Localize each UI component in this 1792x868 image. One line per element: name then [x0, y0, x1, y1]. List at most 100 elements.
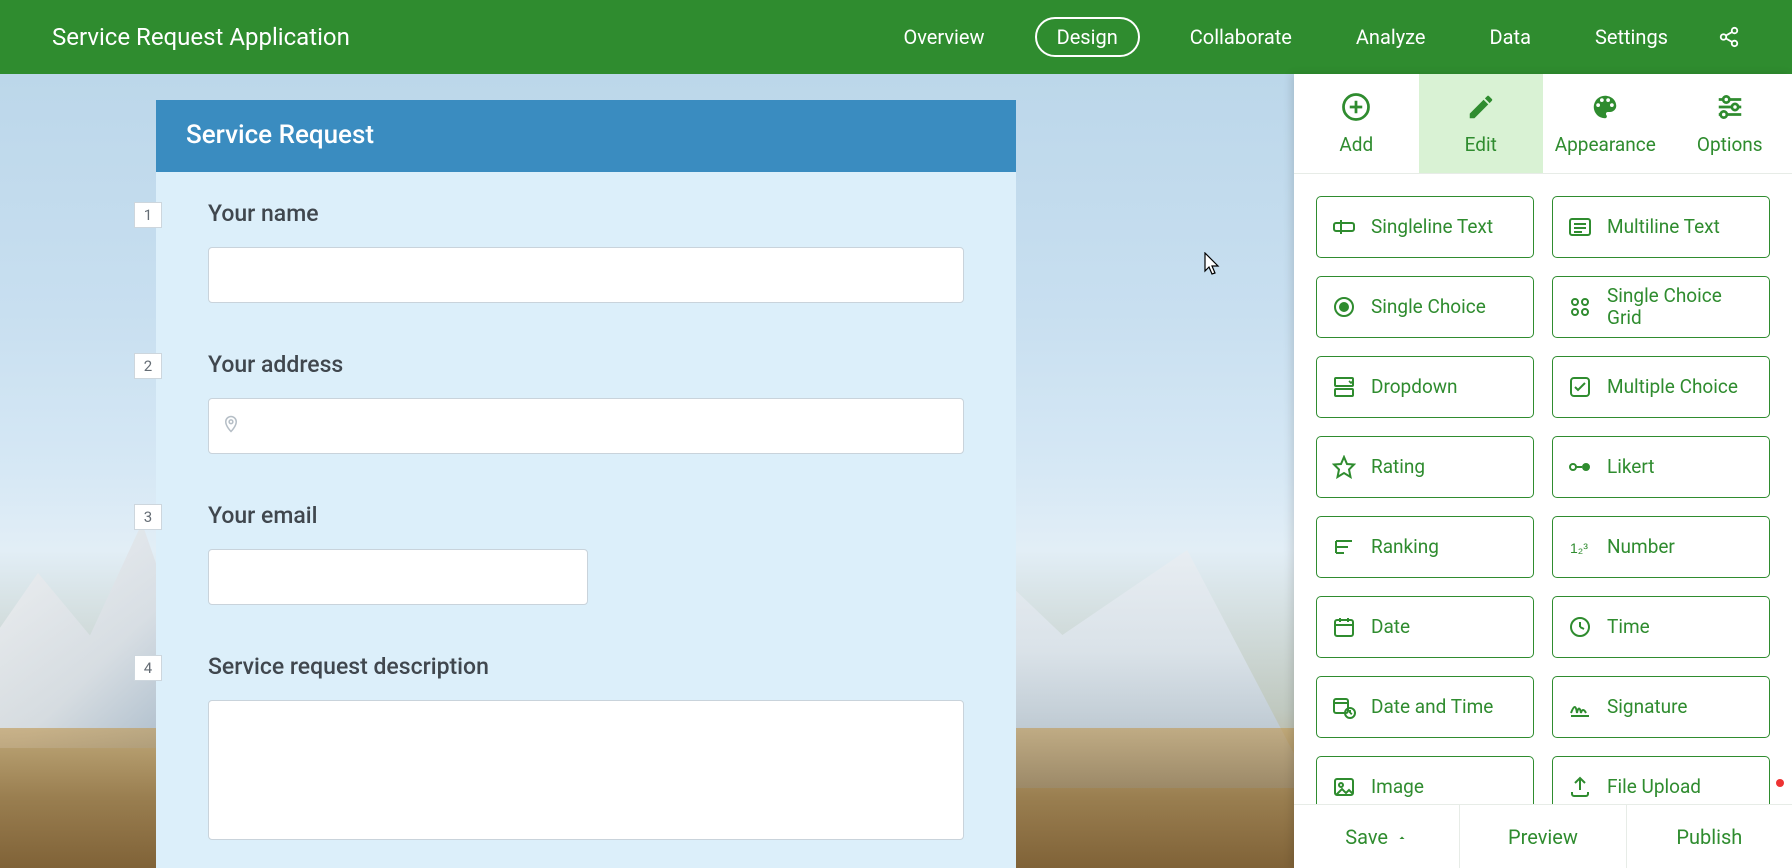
- field-type-button[interactable]: Single Choice Grid: [1552, 276, 1770, 338]
- panel-tabs: Add Edit Appearance Options: [1294, 74, 1792, 174]
- tab-label: Appearance: [1555, 133, 1656, 156]
- nav-data[interactable]: Data: [1476, 19, 1545, 55]
- add-circle-icon: [1341, 92, 1371, 127]
- description-textarea[interactable]: [208, 700, 964, 840]
- nav-settings[interactable]: Settings: [1581, 19, 1682, 55]
- star-icon: [1331, 454, 1357, 480]
- top-nav: Overview Design Collaborate Analyze Data…: [889, 17, 1740, 57]
- field-type-label: Likert: [1607, 456, 1655, 478]
- upload-icon: [1567, 774, 1593, 800]
- radio-grid-icon: [1567, 294, 1593, 320]
- field-type-label: Single Choice Grid: [1607, 285, 1755, 329]
- field-type-label: Multiple Choice: [1607, 376, 1738, 398]
- field-type-button[interactable]: Dropdown: [1316, 356, 1534, 418]
- tab-add[interactable]: Add: [1294, 74, 1419, 173]
- tab-edit[interactable]: Edit: [1419, 74, 1544, 173]
- question-label: Your name: [208, 200, 964, 227]
- name-input[interactable]: [208, 247, 964, 303]
- field-type-button[interactable]: Likert: [1552, 436, 1770, 498]
- field-type-label: Single Choice: [1371, 296, 1486, 318]
- field-type-button[interactable]: Single Choice: [1316, 276, 1534, 338]
- field-type-label: Image: [1371, 776, 1424, 798]
- nav-collaborate[interactable]: Collaborate: [1176, 19, 1306, 55]
- tab-appearance[interactable]: Appearance: [1543, 74, 1668, 173]
- image-icon: [1331, 774, 1357, 800]
- app-title: Service Request Application: [52, 23, 350, 51]
- save-button[interactable]: Save: [1294, 805, 1460, 868]
- question-number: 1: [134, 202, 162, 228]
- question-block[interactable]: 4 Service request description: [208, 653, 964, 844]
- tab-options[interactable]: Options: [1668, 74, 1792, 173]
- signature-icon: [1567, 694, 1593, 720]
- svg-text:1₂³: 1₂³: [1570, 540, 1588, 556]
- pin-icon: [222, 413, 240, 439]
- question-number: 4: [134, 655, 162, 681]
- nav-analyze[interactable]: Analyze: [1342, 19, 1440, 55]
- side-panel: Add Edit Appearance Options Singleline T…: [1294, 74, 1792, 868]
- form-card: Service Request 1 Your name 2 Your addre…: [156, 100, 1016, 868]
- field-type-button[interactable]: Rating: [1316, 436, 1534, 498]
- field-type-label: File Upload: [1607, 776, 1701, 798]
- share-icon[interactable]: [1718, 26, 1740, 48]
- field-type-label: Multiline Text: [1607, 216, 1720, 238]
- field-type-label: Singleline Text: [1371, 216, 1493, 238]
- multiline-icon: [1567, 214, 1593, 240]
- field-type-button[interactable]: Multiline Text: [1552, 196, 1770, 258]
- chevron-up-icon: [1396, 825, 1408, 849]
- panel-actions: Save Preview Publish: [1294, 804, 1792, 868]
- field-type-button[interactable]: 1₂³ Number: [1552, 516, 1770, 578]
- field-type-button[interactable]: File Upload: [1552, 756, 1770, 804]
- likert-icon: [1567, 454, 1593, 480]
- number-icon: 1₂³: [1567, 534, 1593, 560]
- tab-label: Add: [1339, 133, 1373, 156]
- field-type-label: Date: [1371, 616, 1410, 638]
- field-palette[interactable]: Singleline Text Multiline Text Single Choi…: [1294, 174, 1792, 804]
- pencil-icon: [1466, 92, 1496, 127]
- field-type-label: Date and Time: [1371, 696, 1493, 718]
- calendar-clock-icon: [1331, 694, 1357, 720]
- clock-icon: [1567, 614, 1593, 640]
- field-type-button[interactable]: Singleline Text: [1316, 196, 1534, 258]
- question-label: Your address: [208, 351, 964, 378]
- dropdown-icon: [1331, 374, 1357, 400]
- tab-label: Options: [1697, 133, 1763, 156]
- question-block[interactable]: 2 Your address: [208, 351, 964, 454]
- nav-overview[interactable]: Overview: [889, 19, 998, 55]
- field-type-button[interactable]: Ranking: [1316, 516, 1534, 578]
- field-type-button[interactable]: Multiple Choice: [1552, 356, 1770, 418]
- field-type-button[interactable]: Date and Time: [1316, 676, 1534, 738]
- publish-button[interactable]: Publish: [1627, 805, 1792, 868]
- sliders-icon: [1715, 92, 1745, 127]
- question-block[interactable]: 3 Your email: [208, 502, 964, 605]
- field-type-label: Number: [1607, 536, 1675, 558]
- address-input[interactable]: [208, 398, 964, 454]
- email-input[interactable]: [208, 549, 588, 605]
- tab-label: Edit: [1465, 133, 1497, 156]
- field-type-button[interactable]: Image: [1316, 756, 1534, 804]
- publish-label: Publish: [1676, 825, 1742, 849]
- field-type-label: Time: [1607, 616, 1650, 638]
- save-label: Save: [1345, 825, 1388, 849]
- radio-icon: [1331, 294, 1357, 320]
- notification-dot-icon: [1776, 779, 1784, 787]
- top-bar: Service Request Application Overview Des…: [0, 0, 1792, 74]
- text-cursor-icon: [1331, 214, 1357, 240]
- checkbox-icon: [1567, 374, 1593, 400]
- question-number: 3: [134, 504, 162, 530]
- question-label: Your email: [208, 502, 964, 529]
- field-type-button[interactable]: Date: [1316, 596, 1534, 658]
- field-type-button[interactable]: Signature: [1552, 676, 1770, 738]
- form-title[interactable]: Service Request: [156, 100, 1016, 172]
- preview-label: Preview: [1508, 825, 1578, 849]
- question-label: Service request description: [208, 653, 964, 680]
- field-type-button[interactable]: Time: [1552, 596, 1770, 658]
- field-type-label: Rating: [1371, 456, 1425, 478]
- question-block[interactable]: 1 Your name: [208, 200, 964, 303]
- nav-design[interactable]: Design: [1035, 17, 1140, 57]
- calendar-icon: [1331, 614, 1357, 640]
- field-type-label: Signature: [1607, 696, 1687, 718]
- field-type-label: Dropdown: [1371, 376, 1458, 398]
- form-body: 1 Your name 2 Your address 3: [156, 172, 1016, 868]
- ranking-icon: [1331, 534, 1357, 560]
- preview-button[interactable]: Preview: [1460, 805, 1626, 868]
